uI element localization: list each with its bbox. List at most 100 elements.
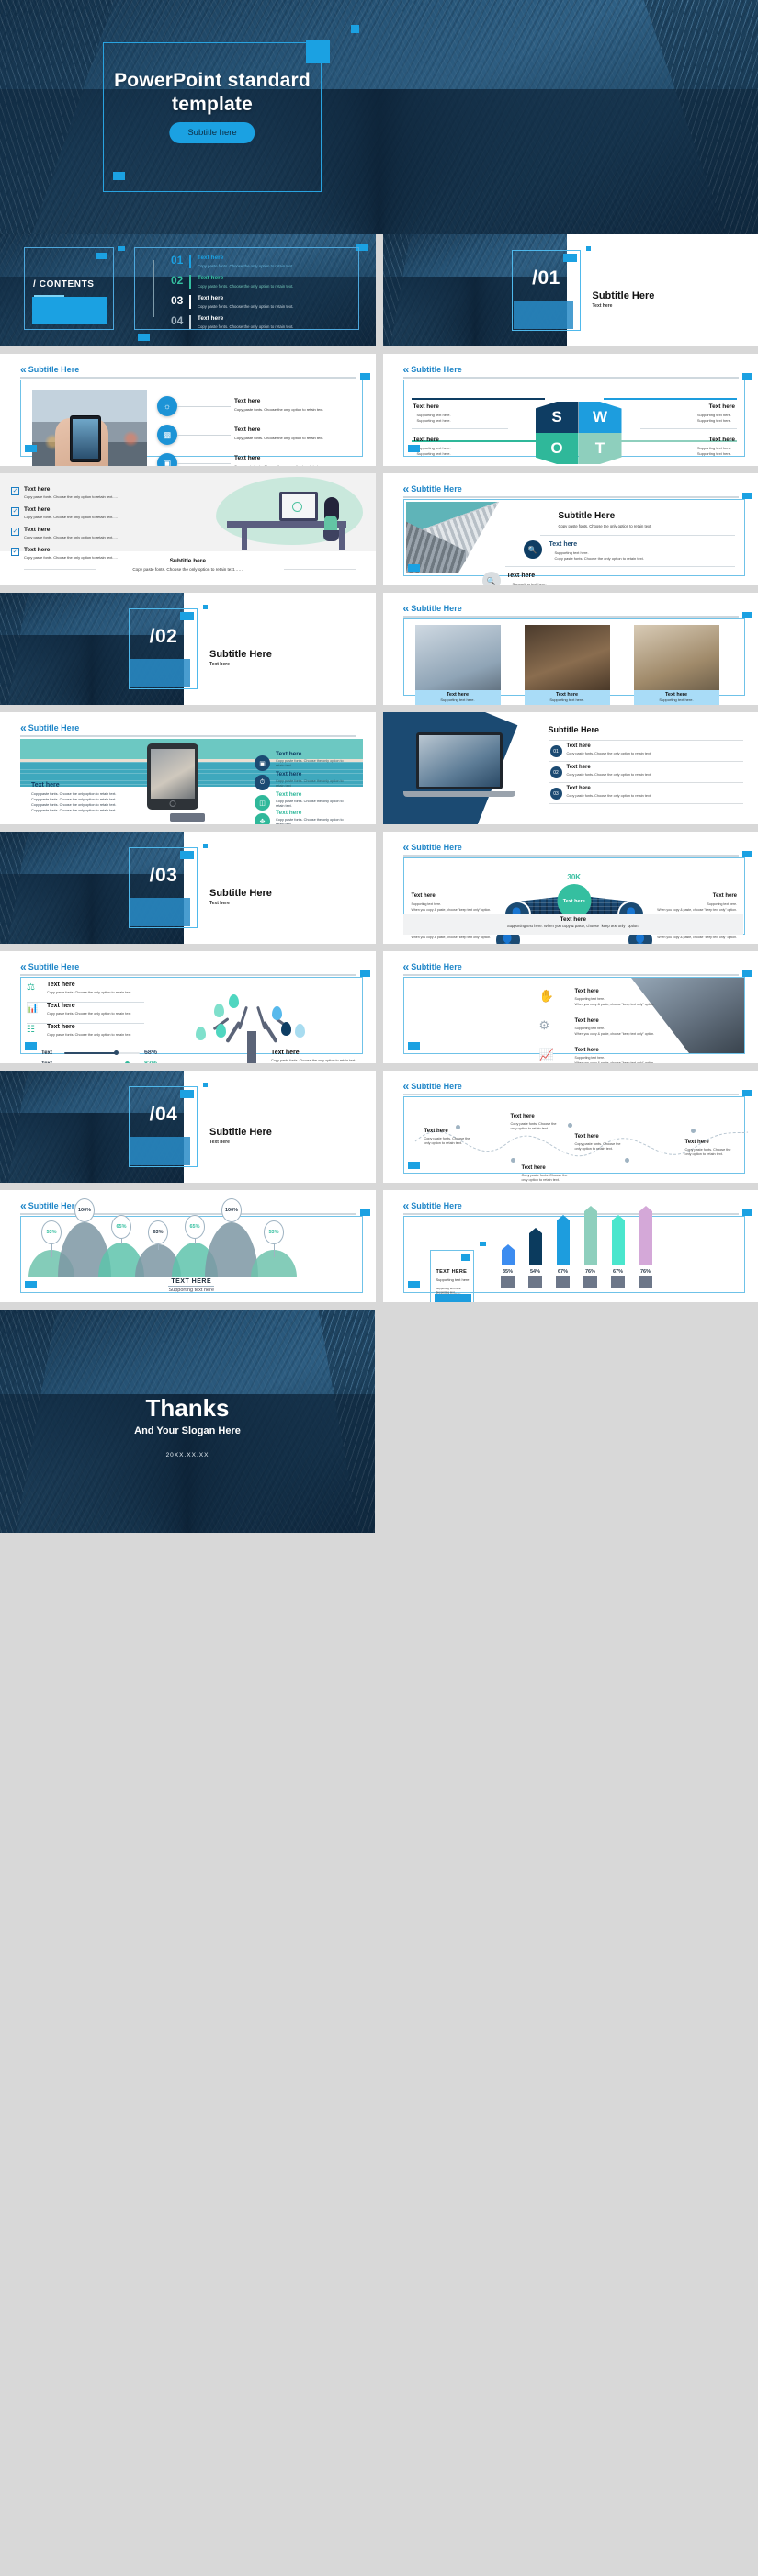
- slide-arrow-chart[interactable]: « Subtitle Here TEXT HERE Supporting tex…: [382, 1190, 758, 1302]
- checklist-item[interactable]: ✓ Text here Copy paste fonts. Choose the…: [11, 506, 118, 519]
- step-badge-01: 01: [549, 745, 562, 757]
- document-search-icon[interactable]: 🔍: [481, 572, 501, 585]
- image-icon[interactable]: ▣: [157, 453, 177, 466]
- contents-item-1[interactable]: 01 Text here Copy paste fonts. Choose th…: [171, 255, 293, 268]
- move-icon[interactable]: ✥: [255, 813, 270, 824]
- slide-section-03[interactable]: /03 Subtitle Here Text here: [0, 832, 376, 944]
- slide-swot[interactable]: « Subtitle Here S W O T Text here Suppor…: [382, 354, 758, 466]
- photo-caption: Text here Supporting text here.: [524, 690, 610, 705]
- swot-heading: Text here: [413, 437, 439, 443]
- arrow-bar: [583, 1206, 597, 1265]
- laptop-device: [415, 732, 503, 789]
- progress-value: 82%: [144, 1061, 157, 1063]
- expand-icon[interactable]: ◫: [255, 795, 270, 811]
- progress-track[interactable]: [64, 1050, 140, 1055]
- slide-hill-chart[interactable]: « Subtitle Here 53% 100% 65% 63% 65% 100…: [0, 1190, 376, 1302]
- swot-arm: [604, 398, 737, 400]
- row-line: When you copy & paste, choose "keep text…: [574, 1003, 655, 1006]
- connector-line: [177, 463, 231, 464]
- card-sub: Supporting text here: [436, 1277, 470, 1282]
- slide-laptop[interactable]: Subtitle Here 01 Text here Copy paste fo…: [382, 712, 758, 824]
- progress-row: Text 68%: [41, 1050, 157, 1056]
- thanks-slide-body: Thanks And Your Slogan Here 20XX.XX.XX: [0, 1310, 375, 1533]
- photo-card[interactable]: Text here Supporting text here.: [633, 625, 719, 705]
- slide-photo-cards[interactable]: « Subtitle Here Text here Supporting tex…: [382, 593, 758, 705]
- laptop-base: [402, 791, 515, 797]
- row-heading: Text here: [566, 786, 591, 791]
- slide-row-4: /02 Subtitle Here Text here « Subtitle H…: [0, 593, 758, 712]
- checklist-item[interactable]: ✓ Text here Copy paste fonts. Choose the…: [11, 527, 118, 539]
- content-frame: Text here Supporting text here. When you…: [402, 977, 745, 1063]
- contents-item-2[interactable]: 02 Text here Copy paste fonts. Choose th…: [171, 275, 293, 289]
- quadrant-line: When you copy & paste, choose "keep text…: [657, 908, 737, 912]
- row-heading: Text here: [574, 1048, 599, 1053]
- data-label: 76%: [639, 1269, 651, 1275]
- slide-section-02[interactable]: /02 Subtitle Here Text here: [0, 593, 376, 705]
- slide-building[interactable]: « Subtitle Here Subtitle Here Copy paste…: [382, 473, 758, 585]
- contents-number: 03: [171, 294, 184, 307]
- contents-item-4[interactable]: 04 Text here Copy paste fonts. Choose th…: [171, 315, 293, 329]
- chevron-left-icon: «: [402, 841, 409, 854]
- footer-heading: Text here: [560, 916, 586, 923]
- timeline-node-dot: [690, 1129, 696, 1133]
- subtitle-button[interactable]: Subtitle here: [169, 122, 255, 143]
- accent-square: [742, 373, 752, 380]
- slide-section-04[interactable]: /04 Subtitle Here Text here: [0, 1071, 376, 1183]
- divider: [539, 535, 735, 536]
- slide-people[interactable]: « Subtitle Here 30K Text here 👤 👤 👤 👤 Te…: [382, 832, 758, 944]
- document-search-icon[interactable]: 🔍: [523, 540, 542, 559]
- progress-label: Text: [41, 1050, 52, 1056]
- chevron-left-icon: «: [402, 363, 409, 376]
- arrow-bar: [501, 1244, 515, 1265]
- contents-item-3[interactable]: 03 Text here Copy paste fonts. Choose th…: [171, 295, 293, 309]
- contents-bar: [189, 295, 191, 309]
- header-rule: [402, 1094, 739, 1095]
- slide-title[interactable]: PowerPoint standard template Subtitle he…: [0, 0, 758, 234]
- slide-header-label: Subtitle Here: [411, 843, 462, 852]
- accent-square: [359, 1209, 370, 1216]
- progress-track[interactable]: [64, 1061, 140, 1063]
- quadrant-line: When you copy & paste, choose "keep text…: [411, 936, 492, 939]
- content-frame: Text here Copy paste fonts. Choose the o…: [402, 1096, 748, 1182]
- item-heading: Text here: [24, 506, 51, 513]
- checklist-item[interactable]: ✓ Text here Copy paste fonts. Choose the…: [11, 486, 118, 499]
- slide-icons[interactable]: « Subtitle Here Text here Supporting tex…: [382, 951, 758, 1063]
- slide-checklist[interactable]: ✓ Text here Copy paste fonts. Choose the…: [0, 473, 376, 585]
- slide-phone-list[interactable]: « Subtitle Here ☼ Text here Copy paste f…: [0, 354, 376, 466]
- slide-header: « Subtitle Here: [403, 482, 462, 495]
- accent-square: [180, 612, 194, 620]
- photo-card[interactable]: Text here Supporting text here.: [414, 625, 501, 705]
- item-heading: Text here: [24, 547, 51, 553]
- slide-contents[interactable]: / CONTENTS 01 Text here Copy paste fonts…: [0, 234, 376, 346]
- slide-header: « Subtitle Here: [20, 363, 79, 376]
- row-body: Copy paste fonts. Choose the only option…: [566, 773, 651, 777]
- row-line: Supporting text here.: [574, 1056, 605, 1060]
- hero-square-small: [351, 25, 359, 33]
- section-number: /01: [532, 267, 560, 289]
- side-body: Copy paste fonts. Choose the only option…: [271, 1059, 356, 1062]
- photo-card[interactable]: Text here Supporting text here.: [524, 625, 610, 705]
- clock-icon[interactable]: ⏱: [255, 775, 270, 790]
- base-block: [527, 1276, 542, 1288]
- slide-row-8: /04 Subtitle Here Text here « Subtitle H…: [0, 1071, 758, 1190]
- bar-chart-icon[interactable]: ▩: [157, 425, 177, 445]
- timeline-node-dot: [567, 1123, 572, 1128]
- contents-heading: Text here: [197, 255, 224, 261]
- node-body: Copy paste fonts. Choose the only option…: [574, 1142, 621, 1152]
- slide-tree[interactable]: « Subtitle Here ⚖ Text here Copy paste f…: [0, 951, 376, 1063]
- left-heading: Text here: [31, 782, 60, 789]
- item-heading: Text here: [24, 527, 51, 533]
- slide-section-01[interactable]: /01 Subtitle Here Text here: [382, 234, 758, 346]
- section-title: Subtitle Here: [209, 1127, 272, 1138]
- content-heading: Subtitle Here: [548, 725, 600, 734]
- chat-icon[interactable]: ☼: [157, 396, 177, 416]
- presentation-icon[interactable]: ▣: [255, 755, 270, 771]
- footer-body: Supporting text here. When you copy & pa…: [506, 924, 639, 928]
- swot-heading: Text here: [708, 403, 735, 410]
- slide-thanks[interactable]: Thanks And Your Slogan Here 20XX.XX.XX: [0, 1310, 758, 1533]
- slide-timeline[interactable]: « Subtitle Here Text here Copy paste fon…: [382, 1071, 758, 1183]
- row-heading: Text here: [276, 791, 302, 798]
- slide-sea-tablet[interactable]: « Subtitle Here Text here Copy paste fon…: [0, 712, 376, 824]
- connector-line: [177, 406, 231, 407]
- row-heading: Text here: [234, 426, 261, 433]
